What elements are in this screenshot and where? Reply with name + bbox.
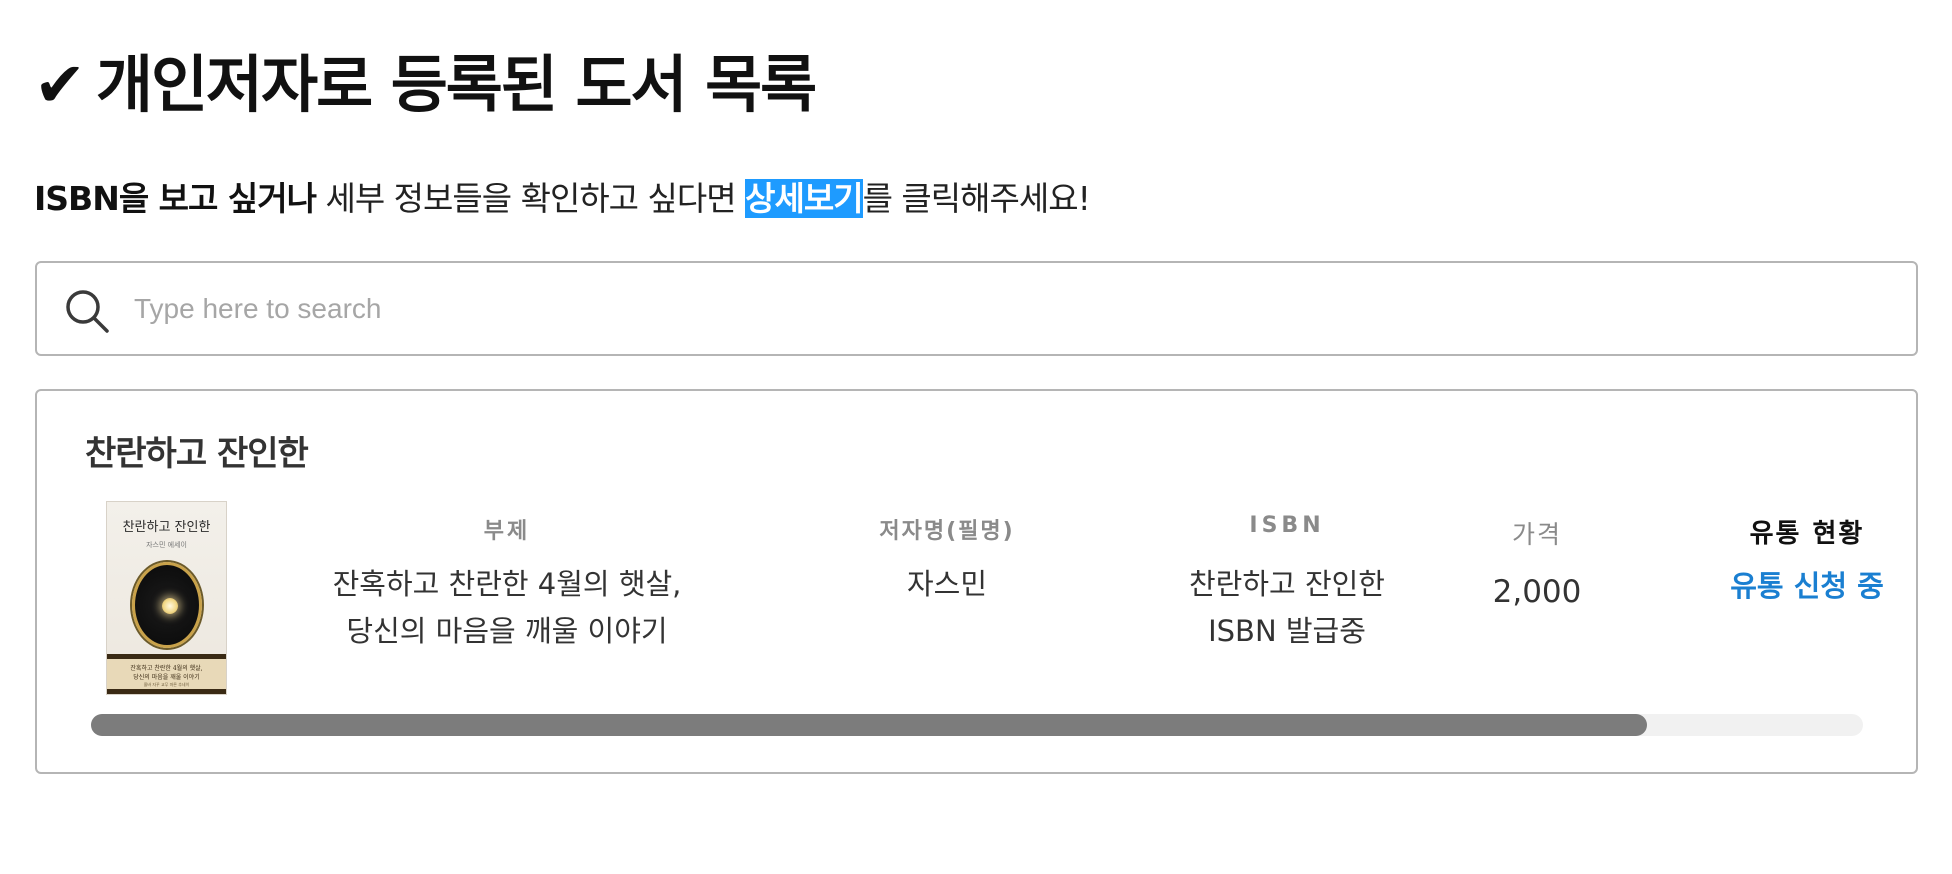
book-cover-image[interactable]: 찬란하고 잔인한 자스민 에세이 잔혹하고 찬란한 4월의 햇살, 당신의 마음… <box>106 501 227 695</box>
book-isbn-line-2: ISBN 발급중 <box>1208 614 1366 648</box>
instruction-text: ISBN을 보고 싶거나 세부 정보들을 확인하고 싶다면 상세보기를 클릭해주… <box>34 176 1091 222</box>
instruction-highlight: 상세보기 <box>745 179 864 218</box>
book-card: 찬란하고 잔인한 찬란하고 잔인한 자스민 에세이 잔혹하고 찬란한 4월의 햇… <box>35 389 1918 774</box>
column-header-price: 가격 <box>1511 520 1562 549</box>
horizontal-scrollbar[interactable] <box>91 714 1863 736</box>
page-title: ✔ 개인저자로 등록된 도서 목록 <box>34 44 817 126</box>
book-isbn-line-1: 찬란하고 잔인한 <box>1189 567 1385 601</box>
book-subtitle-value: 잔혹하고 찬란한 4월의 햇살, 당신의 마음을 깨울 이야기 <box>297 561 717 655</box>
cover-band-line-1: 잔혹하고 찬란한 4월의 햇살, <box>130 665 203 672</box>
check-icon: ✔ <box>34 48 86 121</box>
book-price-value: 2,000 <box>1492 574 1582 610</box>
book-subtitle-line-2: 당신의 마음을 깨울 이야기 <box>346 614 668 648</box>
book-subtitle-line-1: 잔혹하고 찬란한 4월의 햇살, <box>332 567 682 601</box>
distribution-status-link[interactable]: 유통 신청 중 <box>1657 563 1952 605</box>
book-title: 찬란하고 잔인한 <box>85 434 309 474</box>
instruction-text-1: 세부 정보들을 확인하고 싶다면 <box>315 179 746 218</box>
column-header-subtitle: 부제 <box>483 519 531 544</box>
cover-band: 잔혹하고 찬란한 4월의 햇살, 당신의 마음을 깨울 이야기 올바 자꾸 교무… <box>107 654 226 694</box>
cover-band-line-3: 올바 자꾸 교무 마른 추네이 <box>143 682 190 687</box>
column-header-status: 유통 현황 <box>1749 519 1865 549</box>
book-author-value: 자스민 <box>906 567 988 601</box>
column-header-isbn: ISBN <box>1249 513 1325 538</box>
page: ✔ 개인저자로 등록된 도서 목록 ISBN을 보고 싶거나 세부 정보들을 확인… <box>0 0 1952 874</box>
scrollbar-thumb[interactable] <box>91 714 1647 736</box>
cover-title: 찬란하고 잔인한 <box>122 520 211 535</box>
instruction-strong: ISBN을 보고 싶거나 <box>34 179 317 218</box>
book-isbn-value: 찬란하고 잔인한 ISBN 발급중 <box>1147 561 1427 655</box>
cover-subtitle: 자스민 에세이 <box>146 541 187 549</box>
cover-band-line-2: 당신의 마음을 깨울 이야기 <box>133 674 200 681</box>
column-header-author: 저자명(필명) <box>879 519 1015 544</box>
flower-icon <box>162 598 178 614</box>
search-input[interactable] <box>134 283 1894 335</box>
search-icon <box>66 290 109 333</box>
page-title-text: 개인저자로 등록된 도서 목록 <box>95 48 817 121</box>
cover-emblem <box>132 562 202 648</box>
search-box[interactable] <box>35 261 1918 356</box>
instruction-text-2: 를 클릭해주세요! <box>862 179 1091 218</box>
